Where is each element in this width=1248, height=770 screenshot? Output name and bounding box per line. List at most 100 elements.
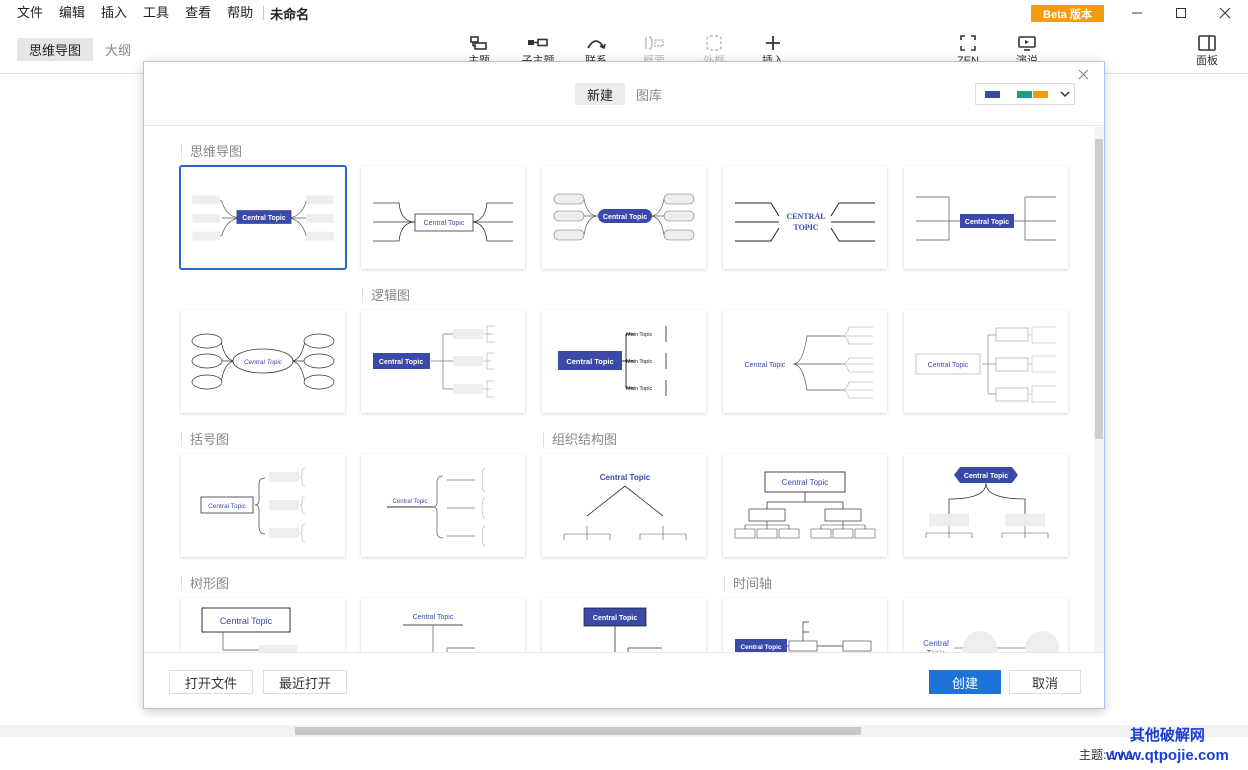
template-card-tree-3[interactable]: Central Topic [542, 598, 706, 652]
template-preview: Central Topic [735, 621, 872, 652]
svg-text:Central: Central [923, 639, 949, 648]
dialog-footer: 打开文件 最近打开 创建 取消 [144, 652, 1104, 708]
new-document-dialog: 新建 图库 思维导图 逻辑图 括号图 组织结构图 树形图 时间轴 Central… [143, 61, 1105, 709]
svg-text:Main Topic: Main Topic [626, 386, 652, 392]
fullscreen-icon [960, 35, 976, 51]
create-button[interactable]: 创建 [929, 670, 1001, 694]
svg-text:Central Topic: Central Topic [928, 362, 969, 369]
open-file-button[interactable]: 打开文件 [169, 670, 253, 694]
maximize-icon [1176, 8, 1186, 18]
dialog-close-button[interactable] [1074, 65, 1092, 83]
template-preview: Central Topic [201, 607, 297, 652]
template-preview: Central Topic [373, 325, 495, 398]
menu-tools[interactable]: 工具 [135, 0, 177, 26]
template-card-mindmap-2[interactable]: Central Topic [361, 166, 525, 269]
svg-text:Central Topic: Central Topic [745, 362, 786, 369]
vertical-scrollbar[interactable] [1094, 127, 1104, 652]
menu-help[interactable]: 帮助 [219, 0, 261, 26]
svg-text:Central Topic: Central Topic [964, 473, 1008, 480]
template-preview: Central Topic [745, 326, 873, 399]
panel-label: 面板 [1196, 55, 1218, 67]
template-card-org-2[interactable]: Central Topic [723, 454, 887, 557]
template-card-tree-2[interactable]: Central Topic [361, 598, 525, 652]
presentation-icon [1018, 36, 1036, 51]
svg-text:Main Topic: Main Topic [626, 359, 652, 365]
svg-text:Central Topic: Central Topic [424, 220, 465, 227]
svg-text:Central Topic: Central Topic [379, 359, 423, 366]
template-gallery: 思维导图 逻辑图 括号图 组织结构图 树形图 时间轴 Central Topic… [144, 127, 1104, 652]
horizontal-scroll-thumb[interactable] [295, 727, 861, 735]
svg-text:TOPIC: TOPIC [793, 223, 818, 232]
template-preview: CENTRAL TOPIC [735, 202, 875, 242]
summary-icon [645, 36, 664, 50]
template-preview: Central Topic [563, 473, 687, 540]
recent-files-button[interactable]: 最近打开 [263, 670, 347, 694]
plus-icon [766, 36, 780, 50]
template-card-logic-2[interactable]: Central Topic [361, 310, 525, 413]
template-preview: Main Topic Main Topic Main Topic Central… [558, 326, 667, 396]
minimize-icon [1132, 12, 1142, 14]
template-card-logic-1[interactable]: Central Topic [181, 310, 345, 413]
svg-text:Central Topic: Central Topic [413, 614, 454, 621]
tab-mindmap[interactable]: 思维导图 [17, 38, 93, 61]
theme-swatch-4 [1033, 90, 1048, 98]
panel-icon [1198, 35, 1216, 51]
template-preview: Central Topic [192, 195, 334, 241]
template-card-brace-2[interactable]: Central Topic [361, 454, 525, 557]
beta-badge[interactable]: Beta 版本 [1031, 5, 1104, 22]
template-card-org-1[interactable]: Central Topic [542, 454, 706, 557]
template-preview: Central Topic [583, 607, 662, 652]
tab-gallery[interactable]: 图库 [628, 83, 670, 105]
menu-edit[interactable]: 编辑 [51, 0, 93, 26]
section-timeline: 时间轴 [724, 576, 772, 591]
svg-text:Central Topic: Central Topic [600, 473, 651, 482]
svg-text:Central Topic: Central Topic [208, 503, 247, 510]
maximize-button[interactable] [1158, 0, 1204, 26]
template-card-mindmap-4[interactable]: CENTRAL TOPIC [723, 166, 887, 269]
template-card-logic-3[interactable]: Main Topic Main Topic Main Topic Central… [542, 310, 706, 413]
template-card-mindmap-3[interactable]: Central Topic [542, 166, 706, 269]
svg-text:Main Topic: Main Topic [626, 332, 652, 338]
watermark-line1: 其他破解网 [1129, 727, 1205, 744]
dialog-header: 新建 图库 [144, 62, 1104, 126]
menu-file[interactable]: 文件 [0, 0, 51, 26]
template-card-logic-5[interactable]: Central Topic [904, 310, 1068, 413]
template-card-org-3[interactable]: Central Topic [904, 454, 1068, 557]
chevron-down-icon [1060, 91, 1070, 98]
theme-color-select[interactable] [975, 83, 1075, 105]
template-preview: Central Topic [915, 326, 1056, 403]
menu-insert[interactable]: 插入 [93, 0, 135, 26]
section-logic: 逻辑图 [362, 288, 410, 303]
template-preview: Central Topic [191, 333, 335, 390]
svg-text:Central Topic: Central Topic [965, 219, 1009, 226]
vertical-scroll-thumb[interactable] [1095, 139, 1103, 439]
template-card-brace-1[interactable]: Central Topic [181, 454, 345, 557]
template-card-timeline-2[interactable]: Central Topic [904, 598, 1068, 652]
section-tree: 树形图 [181, 576, 229, 591]
panel-button[interactable]: 面板 [1191, 32, 1223, 68]
svg-text:Central Topic: Central Topic [740, 644, 781, 651]
tab-outline[interactable]: 大纲 [98, 38, 138, 61]
tab-new[interactable]: 新建 [575, 83, 625, 105]
svg-text:CENTRAL: CENTRAL [786, 212, 825, 221]
horizontal-scrollbar[interactable] [0, 725, 1248, 737]
close-icon [1219, 7, 1231, 19]
cancel-button[interactable]: 取消 [1009, 670, 1081, 694]
template-preview: Central Topic [200, 467, 306, 543]
svg-text:Central Topic: Central Topic [782, 478, 829, 487]
menu-view[interactable]: 查看 [177, 0, 219, 26]
template-card-mindmap-5[interactable]: Central Topic [904, 166, 1068, 269]
template-preview: Central Topic [373, 202, 513, 242]
section-brace: 括号图 [181, 432, 229, 447]
template-card-tree-1[interactable]: Central Topic [181, 598, 345, 652]
template-card-mindmap-1[interactable]: Central Topic [179, 165, 347, 270]
template-card-timeline-1[interactable]: Central Topic [723, 598, 887, 652]
close-window-button[interactable] [1202, 0, 1248, 26]
section-org: 组织结构图 [543, 432, 617, 447]
svg-text:Central Topic: Central Topic [242, 215, 286, 222]
template-card-logic-4[interactable]: Central Topic [723, 310, 887, 413]
template-preview: Central Topic [403, 614, 475, 652]
topic-icon [470, 36, 487, 50]
minimize-button[interactable] [1114, 0, 1160, 26]
watermark: 其他破解网 www.qtpojie.com [1106, 726, 1229, 766]
